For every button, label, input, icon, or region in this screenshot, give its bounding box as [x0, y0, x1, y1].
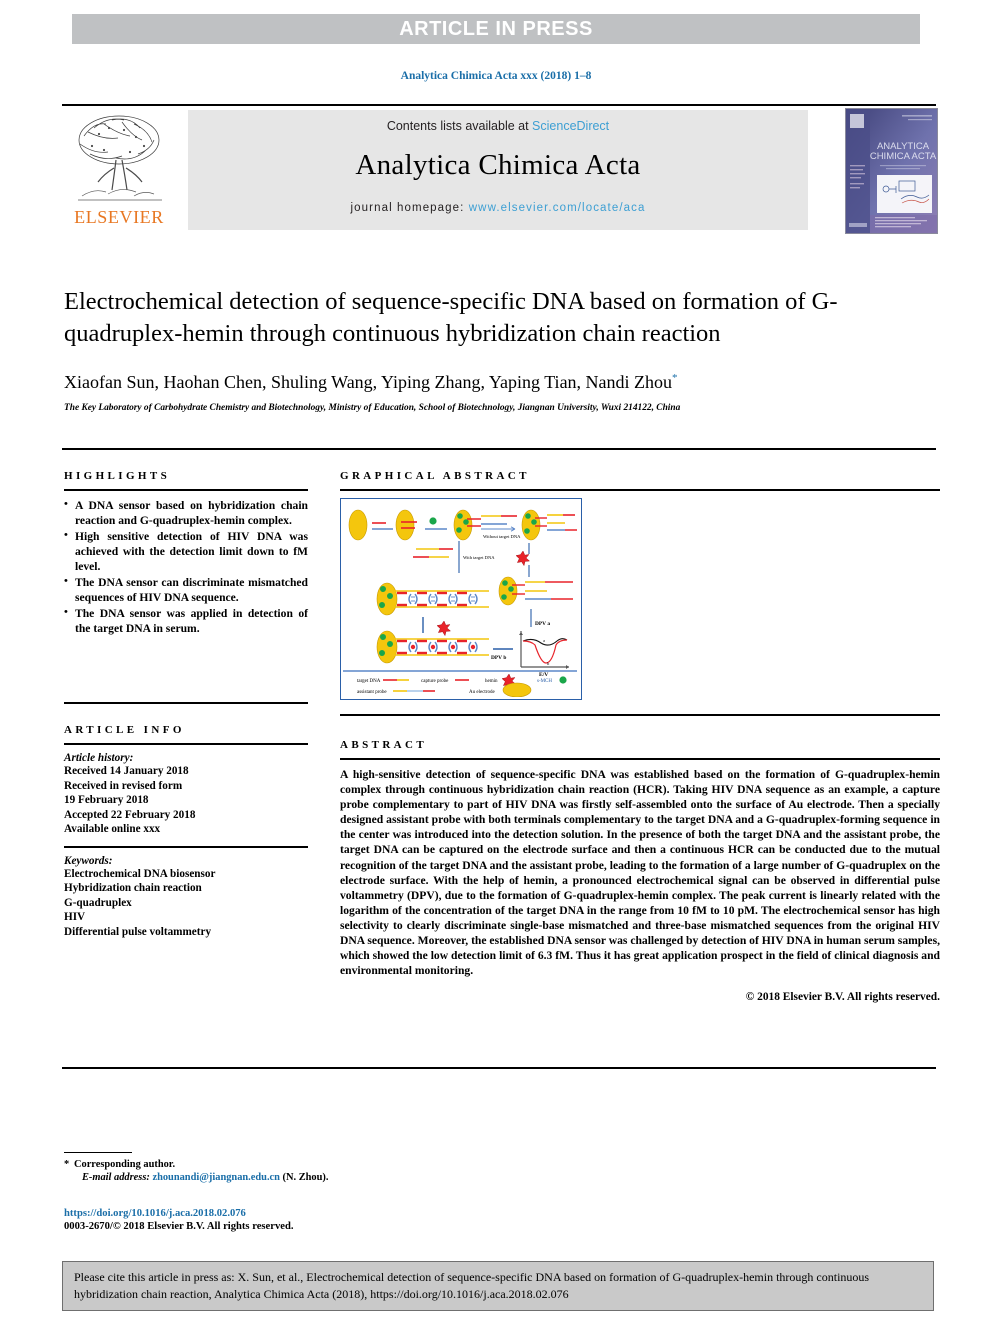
- article-history-label: Article history:: [64, 752, 134, 764]
- list-item: The DNA sensor was applied in detection …: [64, 605, 308, 636]
- highlights-heading: HIGHLIGHTS: [64, 470, 171, 482]
- svg-text:DPV b: DPV b: [491, 655, 506, 661]
- masthead-top-rule: [62, 104, 936, 106]
- contents-prefix: Contents lists available at: [386, 119, 533, 133]
- svg-text:target DNA: target DNA: [357, 679, 381, 684]
- journal-homepage-link[interactable]: www.elsevier.com/locate/aca: [469, 202, 646, 214]
- left-column: HIGHLIGHTS A DNA sensor based on hybridi…: [64, 470, 308, 939]
- page-title: Electrochemical detection of sequence-sp…: [64, 288, 838, 347]
- author-names: Xiaofan Sun, Haohan Chen, Shuling Wang, …: [64, 372, 673, 392]
- footnote-rule: [64, 1152, 132, 1153]
- abstract-rule: [340, 758, 940, 760]
- sciencedirect-link[interactable]: ScienceDirect: [532, 119, 609, 133]
- history-line: Received 14 January 2018: [64, 765, 189, 777]
- cite-this-article-box: Please cite this article in press as: X.…: [62, 1261, 934, 1311]
- svg-text:Au electrode: Au electrode: [469, 690, 495, 695]
- asterisk-icon: *: [64, 1159, 70, 1170]
- journal-title: Analytica Chimica Acta: [355, 149, 641, 181]
- abstract-copyright: © 2018 Elsevier B.V. All rights reserved…: [745, 991, 940, 1004]
- abstract-block: ABSTRACT A high-sensitive detection of s…: [340, 739, 940, 1003]
- email-note: E-mail address: zhounandi@jiangnan.edu.c…: [64, 1171, 484, 1184]
- history-line: Accepted 22 February 2018: [64, 808, 196, 821]
- graphical-abstract-rule: [340, 489, 940, 491]
- doi-link[interactable]: https://doi.org/10.1016/j.aca.2018.02.07…: [64, 1208, 484, 1219]
- svg-text:a: a: [543, 638, 545, 643]
- issn-copyright: 0003-2670/© 2018 Elsevier B.V. All right…: [64, 1221, 294, 1232]
- homepage-prefix: journal homepage:: [350, 202, 469, 214]
- running-head: Analytica Chimica Acta xxx (2018) 1–8: [400, 70, 592, 82]
- svg-text:DPV a: DPV a: [535, 621, 550, 627]
- article-in-press-label: ARTICLE IN PRESS: [399, 18, 593, 40]
- keywords-rule: [64, 845, 308, 848]
- masthead-center-panel: Contents lists available at ScienceDirec…: [188, 110, 808, 230]
- svg-text:Without target DNA: Without target DNA: [483, 534, 521, 539]
- journal-cover-thumbnail: ANALYTICA CHIMICA ACTA: [845, 108, 938, 234]
- journal-homepage-line: journal homepage: www.elsevier.com/locat…: [188, 202, 808, 214]
- corresponding-author-note: * Corresponding author.: [64, 1158, 484, 1171]
- graphical-abstract-svg: Without target DNA With target DNA DPV a…: [341, 499, 579, 698]
- footnote-block: * Corresponding author. E-mail address: …: [64, 1152, 484, 1184]
- list-item: High sensitive detection of HIV DNA was …: [64, 528, 308, 574]
- svg-text:assistant probe: assistant probe: [357, 690, 387, 695]
- history-line: Available online xxx: [64, 823, 161, 835]
- keyword-item: G-quadruplex: [64, 896, 132, 909]
- email-link[interactable]: zhounandi@jiangnan.edu.cn: [152, 1172, 279, 1183]
- right-column: GRAPHICAL ABSTRACT Without target DNA Wi…: [340, 470, 940, 1003]
- highlights-list: A DNA sensor based on hybridization chai…: [64, 497, 308, 694]
- cite-this-article-text: Please cite this article in press as: X.…: [74, 1270, 870, 1301]
- history-line: Received in revised form: [64, 779, 183, 792]
- svg-text:CHIMICA ACTA: CHIMICA ACTA: [870, 151, 937, 162]
- corresponding-author-text: Corresponding author.: [74, 1159, 176, 1170]
- graphical-abstract-bottom-rule: [340, 714, 940, 716]
- article-info-block: ARTICLE INFO Article history: Received 1…: [64, 724, 308, 939]
- list-item: A DNA sensor based on hybridization chai…: [64, 497, 308, 528]
- article-info-heading: ARTICLE INFO: [64, 724, 185, 736]
- article-in-press-banner: ARTICLE IN PRESS: [72, 14, 920, 44]
- keyword-item: Differential pulse voltammetry: [64, 925, 212, 938]
- graphical-abstract-figure: Without target DNA With target DNA DPV a…: [340, 498, 582, 700]
- keywords-label: Keywords:: [64, 854, 113, 867]
- keyword-item: Electrochemical DNA biosensor: [64, 867, 216, 880]
- highlights-bottom-rule: [64, 702, 308, 704]
- email-label: E-mail address:: [82, 1172, 150, 1183]
- svg-text:With target DNA: With target DNA: [463, 555, 495, 560]
- abstract-heading: ABSTRACT: [340, 739, 428, 751]
- svg-text:capture probe: capture probe: [421, 679, 449, 684]
- keyword-item: HIV: [64, 911, 86, 923]
- highlights-rule: [64, 489, 308, 491]
- doi-block: https://doi.org/10.1016/j.aca.2018.02.07…: [64, 1208, 484, 1232]
- content-top-rule: [62, 448, 936, 450]
- svg-text:s-MCH: s-MCH: [537, 679, 552, 684]
- abstract-text: A high-sensitive detection of sequence-s…: [340, 768, 940, 978]
- history-line: 19 February 2018: [64, 794, 149, 806]
- email-owner: (N. Zhou).: [282, 1172, 329, 1183]
- content-bottom-rule: [62, 1067, 936, 1069]
- title-block: Electrochemical detection of sequence-sp…: [64, 286, 944, 413]
- svg-text:hemin: hemin: [485, 679, 498, 684]
- elsevier-logo: ELSEVIER: [64, 110, 174, 230]
- list-item: The DNA sensor can discriminate mismatch…: [64, 574, 308, 605]
- elsevier-tree-icon: [78, 115, 162, 201]
- author-list: Xiaofan Sun, Haohan Chen, Shuling Wang, …: [64, 372, 944, 393]
- elsevier-wordmark: ELSEVIER: [74, 207, 164, 227]
- contents-line: Contents lists available at ScienceDirec…: [188, 110, 808, 133]
- cover-art: ANALYTICA CHIMICA ACTA: [846, 109, 937, 233]
- graphical-abstract-heading: GRAPHICAL ABSTRACT: [340, 470, 530, 482]
- journal-masthead: ELSEVIER Contents lists available at Sci…: [62, 104, 938, 234]
- keyword-item: Hybridization chain reaction: [64, 882, 202, 894]
- affiliation: The Key Laboratory of Carbohydrate Chemi…: [64, 403, 681, 413]
- article-info-rule: [64, 743, 308, 745]
- corresponding-author-marker[interactable]: *: [672, 372, 678, 384]
- svg-text:E/V: E/V: [539, 672, 548, 678]
